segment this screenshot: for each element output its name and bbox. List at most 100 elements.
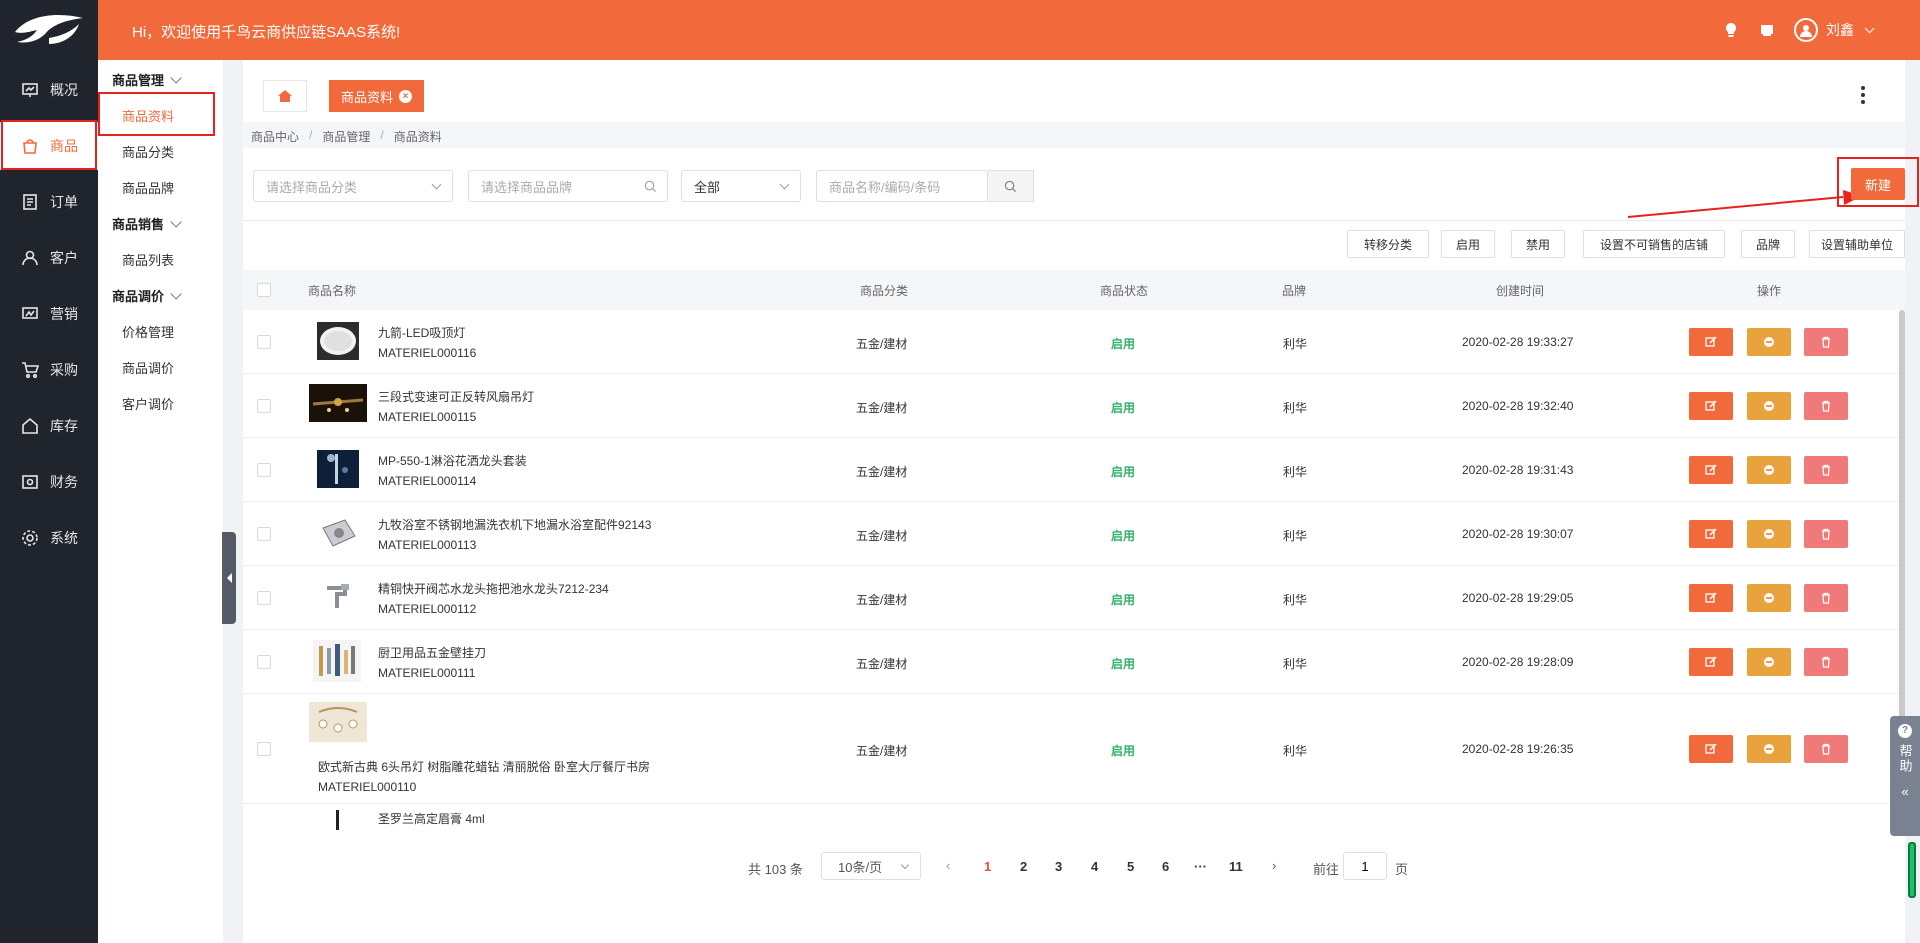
chevron-down-icon: [779, 179, 790, 190]
table-scrollbar[interactable]: [1899, 310, 1905, 740]
double-chevron-left-icon[interactable]: «: [1901, 784, 1908, 799]
goto-page-input[interactable]: [1343, 852, 1387, 880]
page-4[interactable]: 4: [1091, 859, 1098, 874]
more-vertical-icon[interactable]: [1861, 86, 1865, 104]
table-row: 九牧浴室不锈钢地漏洗衣机下地漏水浴室配件92143 MATERIEL000113…: [243, 502, 1905, 566]
nav-item-orders[interactable]: 订单: [0, 178, 98, 226]
page-size-select[interactable]: 10条/页: [821, 852, 921, 880]
status-select[interactable]: 全部: [681, 170, 801, 202]
trash-icon: [1822, 656, 1830, 668]
home-tab[interactable]: [263, 80, 307, 112]
delete-button[interactable]: [1804, 456, 1848, 484]
lightbulb-icon[interactable]: [1722, 21, 1740, 39]
row-checkbox[interactable]: [257, 742, 271, 756]
nav-item-marketing[interactable]: 营销: [0, 290, 98, 338]
subnav-item-goods-category[interactable]: 商品分类: [122, 142, 174, 161]
nav-item-inventory[interactable]: 库存: [0, 402, 98, 450]
product-thumbnail: [317, 578, 359, 616]
disable-button[interactable]: 禁用: [1511, 230, 1565, 258]
chevron-down-icon: [170, 215, 182, 228]
set-unsellable-store-button[interactable]: 设置不可销售的店铺: [1583, 230, 1725, 258]
search-button[interactable]: [988, 170, 1034, 202]
move-category-button[interactable]: 转移分类: [1347, 230, 1429, 258]
trash-icon: [1822, 400, 1830, 412]
row-checkbox[interactable]: [257, 399, 271, 413]
table-row: 精铜快开阀芯水龙头拖把池水龙头7212-234 MATERIEL000112 五…: [243, 566, 1905, 630]
set-aux-unit-button[interactable]: 设置辅助单位: [1809, 230, 1905, 258]
toggle-icon: [1764, 529, 1774, 539]
next-page-icon[interactable]: ›: [1272, 858, 1276, 873]
user-icon: [20, 248, 40, 268]
page-2[interactable]: 2: [1020, 859, 1027, 874]
edit-button[interactable]: [1689, 648, 1733, 676]
tab-goods-info[interactable]: 商品资料 ×: [329, 80, 425, 112]
edit-button[interactable]: [1689, 392, 1733, 420]
subnav-item-price-mgmt[interactable]: 价格管理: [122, 322, 174, 341]
chart-board-icon: [20, 80, 40, 100]
help-widget[interactable]: ? 帮助 «: [1890, 716, 1920, 836]
subnav-item-goods-price-adjust[interactable]: 商品调价: [122, 358, 174, 377]
toggle-status-button[interactable]: [1747, 456, 1791, 484]
enable-button[interactable]: 启用: [1441, 230, 1495, 258]
brand-button[interactable]: 品牌: [1741, 230, 1795, 258]
brand-select[interactable]: 请选择商品品牌: [468, 170, 668, 202]
toggle-status-button[interactable]: [1747, 520, 1791, 548]
edit-button[interactable]: [1689, 584, 1733, 612]
edit-button[interactable]: [1689, 328, 1733, 356]
subnav-item-customer-price-adjust[interactable]: 客户调价: [122, 394, 174, 413]
nav-item-customers[interactable]: 客户: [0, 234, 98, 282]
edit-icon: [1705, 743, 1717, 754]
subnav-item-goods-list[interactable]: 商品列表: [122, 250, 174, 269]
page-6[interactable]: 6: [1162, 859, 1169, 874]
subnav-group-goods-sales[interactable]: 商品销售: [112, 214, 182, 233]
page-5[interactable]: 5: [1127, 859, 1134, 874]
category-select[interactable]: 请选择商品分类: [253, 170, 453, 202]
delete-button[interactable]: [1804, 648, 1848, 676]
toggle-status-button[interactable]: [1747, 392, 1791, 420]
page-ellipsis[interactable]: ···: [1194, 859, 1207, 874]
store-icon[interactable]: [1758, 21, 1776, 39]
select-all-checkbox[interactable]: [257, 283, 271, 297]
main-content: 商品资料 × 商品中心 / 商品管理 / 商品资料 请选择商品分类 请选择商品品牌 …: [243, 60, 1919, 943]
row-checkbox[interactable]: [257, 335, 271, 349]
edit-button[interactable]: [1689, 456, 1733, 484]
chevron-down-icon: [1864, 22, 1875, 33]
toggle-status-button[interactable]: [1747, 648, 1791, 676]
delete-button[interactable]: [1804, 520, 1848, 548]
row-checkbox[interactable]: [257, 655, 271, 669]
nav-item-system[interactable]: 系统: [0, 514, 98, 562]
sidebar-collapse-handle[interactable]: [222, 532, 236, 624]
page-1[interactable]: 1: [984, 859, 991, 874]
toggle-status-button[interactable]: [1747, 584, 1791, 612]
page-11[interactable]: 11: [1229, 859, 1243, 874]
toggle-status-button[interactable]: [1747, 735, 1791, 763]
delete-button[interactable]: [1804, 328, 1848, 356]
prev-page-icon[interactable]: ‹: [946, 858, 950, 873]
subnav-item-goods-brand[interactable]: 商品品牌: [122, 178, 174, 197]
user-menu[interactable]: 刘鑫: [1794, 18, 1875, 42]
chevron-down-icon: [170, 71, 182, 84]
toggle-icon: [1764, 744, 1774, 754]
keyword-search-input[interactable]: 商品名称/编码/条码: [816, 170, 988, 202]
edit-button[interactable]: [1689, 735, 1733, 763]
delete-button[interactable]: [1804, 392, 1848, 420]
subnav-group-goods-mgmt[interactable]: 商品管理: [112, 70, 182, 89]
edit-button[interactable]: [1689, 520, 1733, 548]
marketing-icon: [20, 304, 40, 324]
edit-icon: [1705, 528, 1717, 539]
new-button[interactable]: 新建: [1851, 168, 1905, 200]
delete-button[interactable]: [1804, 584, 1848, 612]
page-3[interactable]: 3: [1055, 859, 1062, 874]
close-icon[interactable]: ×: [399, 89, 413, 103]
toggle-status-button[interactable]: [1747, 328, 1791, 356]
row-checkbox[interactable]: [257, 463, 271, 477]
row-checkbox[interactable]: [257, 591, 271, 605]
subnav-group-price-adjust[interactable]: 商品调价: [112, 286, 182, 305]
edit-icon: [1705, 336, 1717, 347]
nav-item-purchase[interactable]: 采购: [0, 346, 98, 394]
delete-button[interactable]: [1804, 735, 1848, 763]
nav-item-finance[interactable]: 财务: [0, 458, 98, 506]
nav-item-overview[interactable]: 概况: [0, 66, 98, 114]
edit-icon: [1705, 592, 1717, 603]
row-checkbox[interactable]: [257, 527, 271, 541]
